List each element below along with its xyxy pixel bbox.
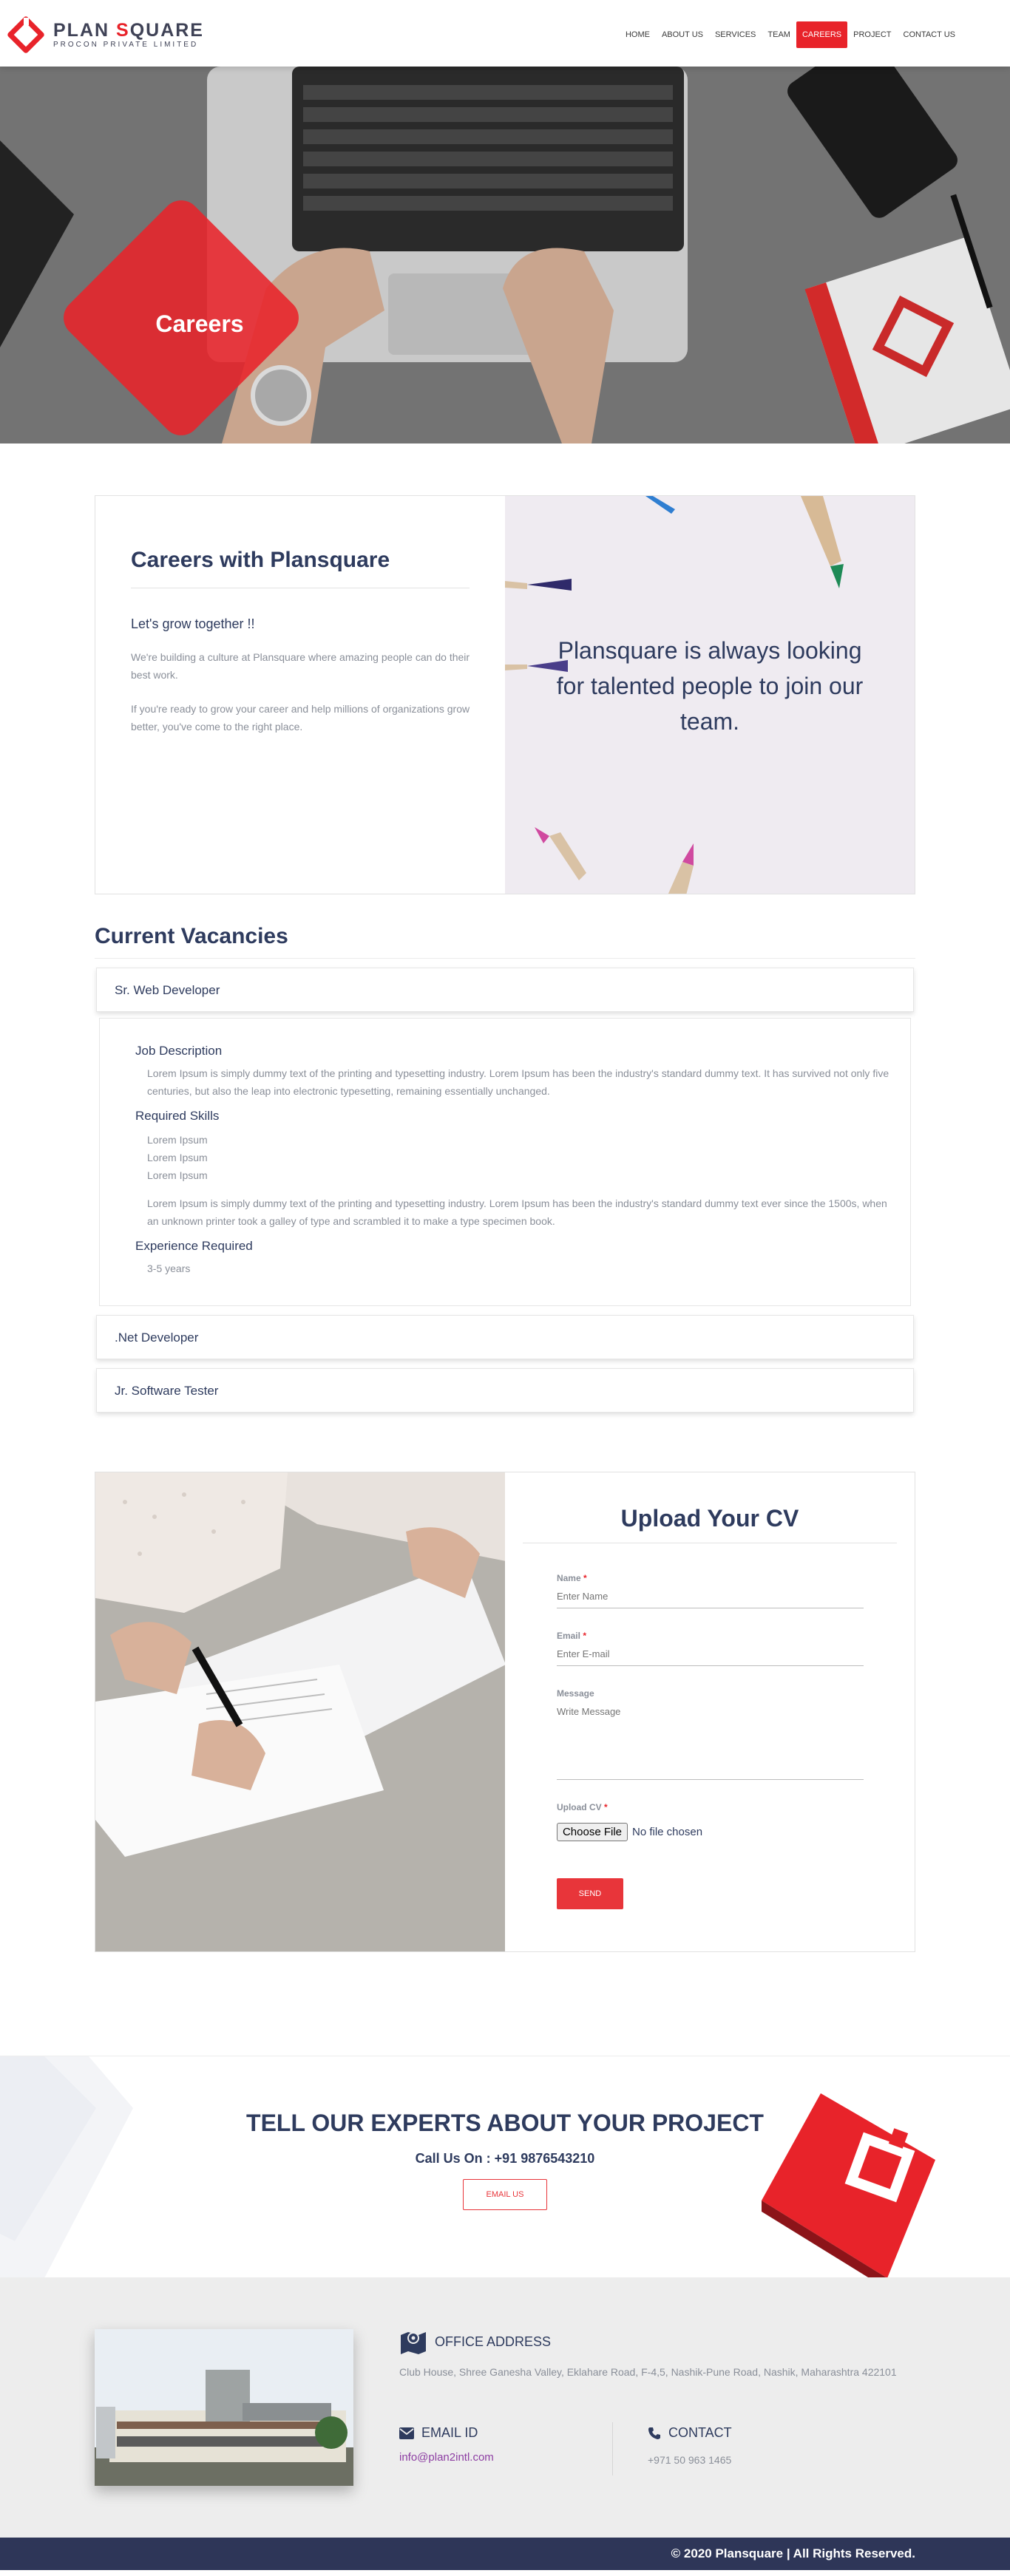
vacancy-header-jr-software-tester[interactable]: Jr. Software Tester — [96, 1368, 914, 1413]
office-address-block: OFFICE ADDRESS Club House, Shree Ganesha… — [399, 2329, 917, 2381]
nav-project[interactable]: PROJECT — [847, 21, 897, 48]
footer: OFFICE ADDRESS Club House, Shree Ganesha… — [0, 2277, 1010, 2538]
nav-team[interactable]: TEAM — [762, 21, 796, 48]
contact-label: CONTACT — [668, 2425, 732, 2440]
nav-services[interactable]: SERVICES — [709, 21, 762, 48]
cta-background-shapes — [0, 2056, 935, 2277]
logo-title: PLAN SQUARE — [53, 19, 204, 41]
upload-cv-label: Upload CV * — [556, 1802, 608, 1812]
upload-cv-section: Upload Your CV Name * Email * Message Up… — [95, 1472, 915, 1952]
site-header: PLAN SQUARE PROCON PRIVATE LIMITED HOME … — [0, 0, 1010, 67]
email-input[interactable] — [556, 1641, 864, 1666]
contact-phone: +971 50 963 1465 — [648, 2454, 732, 2466]
project-cta: TELL OUR EXPERTS ABOUT YOUR PROJECT Call… — [0, 2056, 1010, 2277]
email-label: Email * — [556, 1631, 586, 1641]
vacancies-heading: Current Vacancies — [95, 924, 915, 959]
intro-paragraph-2: If you're ready to grow your career and … — [131, 703, 470, 733]
skills-description: Lorem Ipsum is simply dummy text of the … — [147, 1197, 887, 1227]
logo[interactable]: PLAN SQUARE PROCON PRIVATE LIMITED — [7, 16, 204, 53]
file-upload: Choose File No file chosen — [556, 1823, 864, 1841]
cv-photo — [95, 1472, 505, 1951]
nav-about-us[interactable]: ABOUT US — [656, 21, 709, 48]
skill-item: Lorem Ipsum — [147, 1152, 208, 1163]
cv-form-title: Upload Your CV — [522, 1505, 897, 1543]
choose-file-button[interactable]: Choose File — [556, 1823, 628, 1841]
logo-subtitle: PROCON PRIVATE LIMITED — [53, 40, 199, 49]
phone-icon — [648, 2427, 660, 2439]
copyright-bar: © 2020 Plansquare | All Rights Reserved. — [0, 2538, 1010, 2570]
email-label: EMAIL ID — [421, 2425, 478, 2440]
hero-title: Careers — [155, 310, 244, 337]
vacancy-details: Job Description Lorem Ipsum is simply du… — [99, 1018, 911, 1306]
intro-quote-panel: Plansquare is always looking for talente… — [505, 496, 915, 894]
envelope-icon — [399, 2427, 414, 2439]
vacancy-header-net-developer[interactable]: .Net Developer — [96, 1315, 914, 1359]
logo-mark-icon — [7, 16, 44, 53]
main-nav: HOME ABOUT US SERVICES TEAM CAREERS PROJ… — [620, 21, 961, 48]
office-building-photo — [95, 2329, 353, 2486]
job-description-label: Job Description — [135, 1044, 223, 1058]
cta-title: TELL OUR EXPERTS ABOUT YOUR PROJECT — [246, 2110, 764, 2136]
file-status: No file chosen — [632, 1826, 703, 1838]
vacancies-section: Current Vacancies Sr. Web Developer Job … — [95, 924, 915, 1413]
send-button[interactable]: SEND — [556, 1878, 623, 1909]
message-textarea[interactable] — [556, 1699, 864, 1780]
nav-careers[interactable]: CAREERS — [796, 21, 848, 48]
signing-document-image — [95, 1472, 505, 1951]
skill-item: Lorem Ipsum — [147, 1169, 208, 1181]
cta-phone: Call Us On : +91 9876543210 — [415, 2151, 595, 2166]
careers-intro: Careers with Plansquare Let's grow toget… — [95, 495, 915, 894]
intro-quote: Plansquare is always looking for talente… — [556, 637, 864, 735]
experience-value: 3-5 years — [147, 1262, 191, 1274]
contact-block: CONTACT +971 50 963 1465 — [648, 2425, 732, 2469]
map-icon — [401, 2332, 426, 2354]
email-us-button[interactable]: EMAIL US — [463, 2179, 547, 2210]
footer-divider — [612, 2422, 613, 2475]
email-link[interactable]: info@plan2intl.com — [399, 2451, 494, 2464]
hero-banner: Careers — [0, 67, 1010, 444]
nav-contact-us[interactable]: CONTACT US — [898, 21, 962, 48]
experience-label: Experience Required — [135, 1239, 253, 1253]
skill-item: Lorem Ipsum — [147, 1134, 208, 1146]
message-label: Message — [556, 1688, 594, 1699]
cv-form: Upload Your CV Name * Email * Message Up… — [505, 1472, 915, 1951]
intro-heading: Careers with Plansquare — [131, 548, 470, 588]
intro-subheading: Let's grow together !! — [131, 616, 255, 631]
job-description-text: Lorem Ipsum is simply dummy text of the … — [147, 1067, 889, 1097]
required-skills-label: Required Skills — [135, 1109, 220, 1123]
nav-home[interactable]: HOME — [620, 21, 656, 48]
email-block: EMAIL ID info@plan2intl.com — [399, 2425, 494, 2464]
intro-text-panel: Careers with Plansquare Let's grow toget… — [95, 496, 505, 894]
vacancy-header-sr-web-developer[interactable]: Sr. Web Developer — [96, 968, 914, 1012]
name-label: Name * — [556, 1573, 587, 1583]
intro-paragraph-1: We're building a culture at Plansquare w… — [131, 651, 470, 681]
office-address-text: Club House, Shree Ganesha Valley, Eklaha… — [399, 2366, 897, 2378]
name-input[interactable] — [556, 1583, 864, 1608]
office-address-label: OFFICE ADDRESS — [435, 2334, 552, 2349]
skills-list: Lorem Ipsum Lorem Ipsum Lorem Ipsum — [147, 1131, 892, 1184]
